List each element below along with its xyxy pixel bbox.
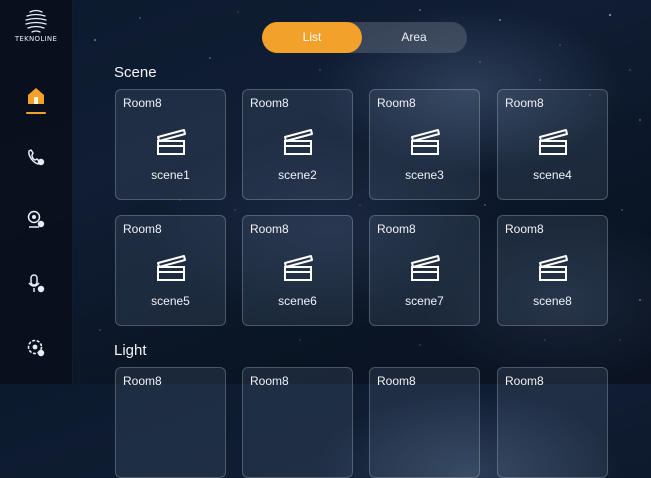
microphone-icon: [28, 274, 45, 293]
scene-card[interactable]: Room8 scene3: [369, 89, 480, 200]
sidebar-item-settings[interactable]: [0, 328, 72, 368]
scene-name: scene1: [151, 168, 190, 182]
scene-name: scene5: [151, 294, 190, 308]
scene-name: scene4: [533, 168, 572, 182]
scene-card[interactable]: Room8 scene1: [115, 89, 226, 200]
toggle-list-button[interactable]: List: [262, 22, 362, 53]
scene-section-title: Scene: [114, 64, 157, 81]
clapperboard-icon: [539, 129, 568, 155]
room-label: Room8: [123, 374, 162, 388]
scene-name: scene8: [533, 294, 572, 308]
sidebar: TEKNOLINE: [0, 0, 73, 384]
clapperboard-icon: [284, 129, 313, 155]
room-label: Room8: [123, 96, 162, 110]
clapperboard-icon: [539, 255, 568, 281]
sidebar-item-home[interactable]: [0, 76, 72, 116]
scene-name: scene6: [278, 294, 317, 308]
scene-card[interactable]: Room8 scene5: [115, 215, 226, 326]
settings-icon: [27, 339, 45, 357]
room-label: Room8: [250, 374, 289, 388]
scene-card[interactable]: Room8 scene6: [242, 215, 353, 326]
toggle-area-button[interactable]: Area: [364, 22, 464, 53]
light-section-title: Light: [114, 342, 147, 359]
scene-card[interactable]: Room8 scene2: [242, 89, 353, 200]
sidebar-item-camera[interactable]: [0, 200, 72, 240]
home-icon: [28, 88, 44, 104]
room-label: Room8: [505, 222, 544, 236]
room-label: Room8: [505, 374, 544, 388]
clapperboard-icon: [411, 129, 440, 155]
camera-icon: [27, 210, 45, 228]
scene-card[interactable]: Room8 scene8: [497, 215, 608, 326]
sidebar-item-phone[interactable]: [0, 138, 72, 178]
brand-logo: TEKNOLINE: [0, 8, 72, 43]
logo-text: TEKNOLINE: [14, 35, 58, 43]
room-label: Room8: [123, 222, 162, 236]
room-label: Room8: [377, 96, 416, 110]
phone-icon: [28, 149, 45, 166]
room-label: Room8: [250, 222, 289, 236]
room-label: Room8: [505, 96, 544, 110]
sidebar-item-microphone[interactable]: [0, 264, 72, 304]
scene-name: scene3: [405, 168, 444, 182]
active-indicator: [26, 112, 46, 114]
globe-logo-icon: [25, 9, 47, 33]
clapperboard-icon: [284, 255, 313, 281]
scene-name: scene7: [405, 294, 444, 308]
room-label: Room8: [377, 222, 416, 236]
scene-card[interactable]: Room8 scene7: [369, 215, 480, 326]
clapperboard-icon: [157, 255, 186, 281]
scene-card[interactable]: Room8 scene4: [497, 89, 608, 200]
view-toggle: List Area: [262, 22, 467, 53]
clapperboard-icon: [157, 129, 186, 155]
room-label: Room8: [377, 374, 416, 388]
room-label: Room8: [250, 96, 289, 110]
clapperboard-icon: [411, 255, 440, 281]
scene-name: scene2: [278, 168, 317, 182]
